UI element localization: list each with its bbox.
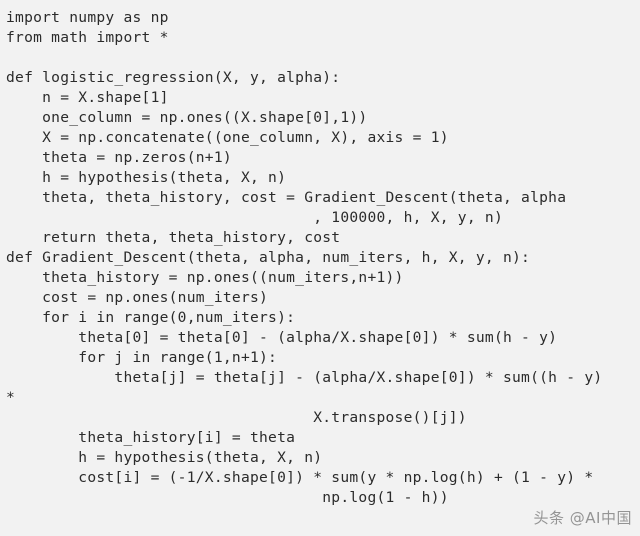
code-line: theta[j] = theta[j] - (alpha/X.shape[0])… [6, 369, 603, 386]
code-line: , 100000, h, X, y, n) [6, 209, 503, 226]
code-line: from math import * [6, 29, 169, 46]
code-line: theta[0] = theta[0] - (alpha/X.shape[0])… [6, 329, 558, 346]
code-line: np.log(1 - h)) [6, 489, 449, 506]
code-line: h = hypothesis(theta, X, n) [6, 449, 323, 466]
code-viewer[interactable]: import numpy as np from math import * def … [0, 0, 640, 536]
code-line: theta_history[i] = theta [6, 429, 296, 446]
code-line: for j in range(1,n+1): [6, 349, 278, 366]
code-line: for i in range(0,num_iters): [6, 309, 296, 326]
code-line: * [6, 389, 16, 406]
code-line: import numpy as np [6, 9, 169, 26]
code-line: theta = np.zeros(n+1) [6, 149, 232, 166]
code-line: cost = np.ones(num_iters) [6, 289, 269, 306]
code-line: X = np.concatenate((one_column, X), axis… [6, 129, 449, 146]
code-line: cost[i] = (-1/X.shape[0]) * sum(y * np.l… [6, 469, 594, 486]
code-line: def Gradient_Descent(theta, alpha, num_i… [6, 249, 531, 266]
code-line: h = hypothesis(theta, X, n) [6, 169, 287, 186]
code-line: n = X.shape[1] [6, 89, 169, 106]
code-line: def logistic_regression(X, y, alpha): [6, 69, 341, 86]
code-line: theta, theta_history, cost = Gradient_De… [6, 189, 567, 206]
code-line: theta_history = np.ones((num_iters,n+1)) [6, 269, 404, 286]
code-line: X.transpose()[j]) [6, 409, 467, 426]
code-line: return theta, theta_history, cost [6, 229, 341, 246]
code-line: one_column = np.ones((X.shape[0],1)) [6, 109, 368, 126]
